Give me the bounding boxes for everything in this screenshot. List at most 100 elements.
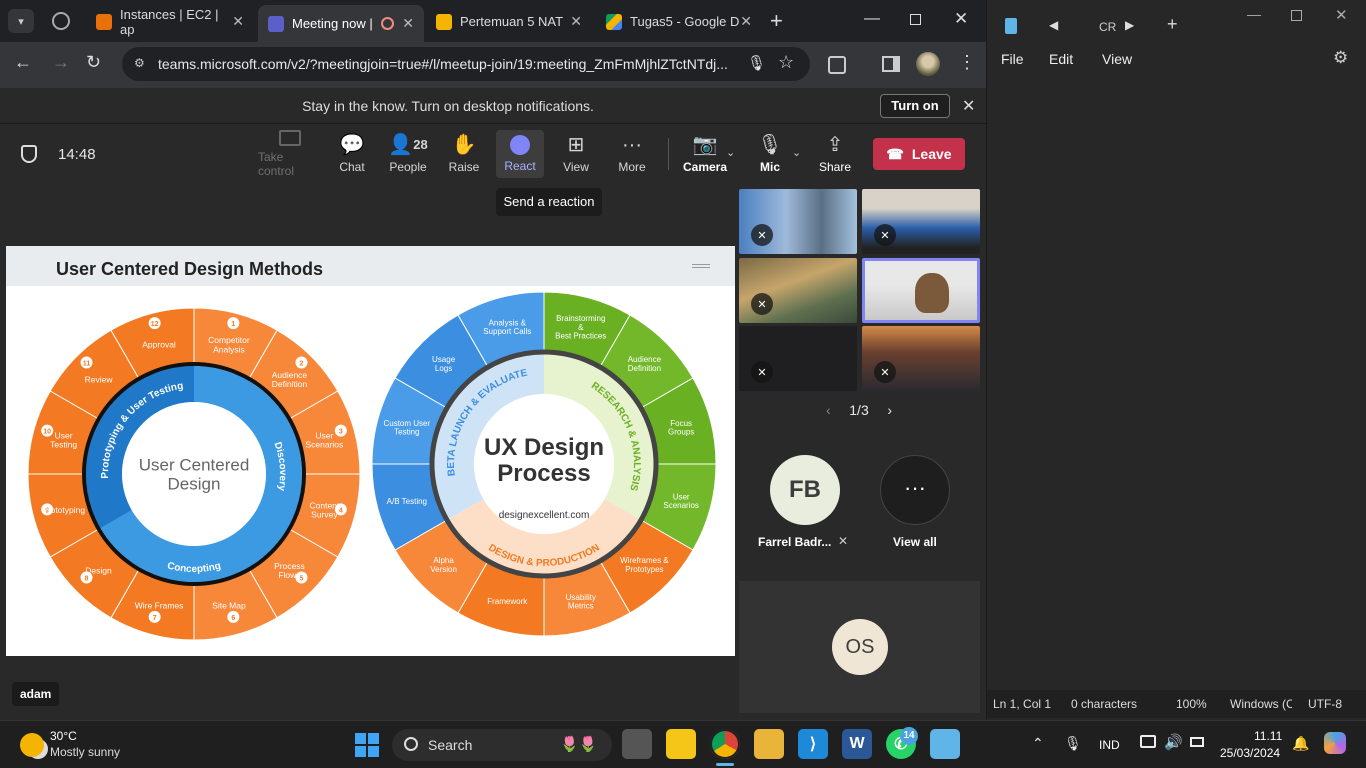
close-window-button[interactable]: ✕ (1335, 6, 1348, 24)
video-tile[interactable]: ✕ (739, 189, 857, 254)
more-button[interactable]: ··· More (610, 124, 654, 184)
battery-icon[interactable] (1190, 737, 1204, 747)
close-icon[interactable]: ✕ (570, 13, 582, 30)
chevron-right-icon[interactable]: › (887, 402, 892, 418)
aws-icon (96, 13, 112, 30)
back-button[interactable]: ← (14, 52, 32, 73)
globe-icon[interactable] (52, 12, 70, 30)
avatar[interactable]: OS (832, 619, 888, 675)
avatar[interactable]: FB (770, 455, 840, 525)
chat-icon: 💬 (339, 134, 365, 156)
network-icon[interactable] (1140, 735, 1156, 748)
chevron-left-icon[interactable]: ◀ (1049, 18, 1058, 32)
site-info-icon[interactable]: ⚙ (134, 56, 145, 70)
participant-panel: OS (739, 581, 980, 713)
close-icon[interactable]: ✕ (232, 13, 244, 30)
chevron-up-icon[interactable]: ⌃ (1032, 735, 1044, 752)
maximize-button[interactable] (910, 14, 921, 25)
tab-pertemuan[interactable]: Pertemuan 5 NAT ✕ (426, 6, 592, 37)
chevron-down-icon[interactable]: ⌄ (726, 146, 735, 159)
raise-hand-button[interactable]: ✋ Raise (442, 124, 486, 184)
clock-time[interactable]: 11.11 (1254, 729, 1282, 743)
chrome-icon[interactable] (710, 729, 740, 759)
minimize-button[interactable]: — (1247, 6, 1261, 22)
close-icon[interactable]: ✕ (402, 15, 414, 32)
forward-button[interactable]: → (52, 52, 70, 73)
vscode-icon[interactable]: ⟩ (798, 729, 828, 759)
menu-view[interactable]: View (1102, 51, 1132, 67)
notepad-tab[interactable]: CR (1099, 20, 1116, 34)
start-button[interactable] (355, 733, 379, 757)
menu-edit[interactable]: Edit (1049, 51, 1102, 67)
status-bar: Ln 1, Col 1 0 characters 100% Windows (C… (987, 690, 1366, 718)
tab-ec2[interactable]: Instances | EC2 | ap ✕ (86, 6, 254, 37)
notepad-window: ◀ CR ▶ + — ✕ File Edit View ⚙ Ln 1, Col … (987, 0, 1366, 720)
word-icon[interactable]: W (842, 729, 872, 759)
chat-button[interactable]: 💬 Chat (330, 124, 374, 184)
turn-on-button[interactable]: Turn on (880, 94, 950, 118)
weather-icon[interactable] (20, 733, 44, 757)
take-control-button[interactable]: Take control (258, 124, 322, 184)
microphone-icon[interactable]: 🎙 (1064, 735, 1082, 752)
clock-date[interactable]: 25/03/2024 (1220, 746, 1280, 760)
close-window-button[interactable]: ✕ (954, 9, 968, 29)
camera-button[interactable]: 📷 Camera (682, 124, 728, 184)
task-view-icon[interactable] (622, 729, 652, 759)
notepad-taskbar-icon[interactable] (930, 729, 960, 759)
close-icon[interactable]: ✕ (962, 96, 975, 116)
menu-icon[interactable]: ⋮ (958, 52, 976, 73)
video-tile[interactable]: ✕ (739, 258, 857, 323)
video-tile-active[interactable] (862, 258, 980, 323)
people-count: 28 (413, 137, 428, 152)
editor-area[interactable] (987, 74, 1366, 688)
file-explorer-icon[interactable] (754, 729, 784, 759)
bookmark-star-icon[interactable]: ☆ (778, 52, 794, 73)
reload-button[interactable]: ↻ (86, 52, 101, 73)
video-tile[interactable]: ✕ (862, 189, 980, 254)
gear-icon[interactable]: ⚙ (1333, 48, 1348, 68)
tab-search-button[interactable]: ▾ (8, 9, 34, 33)
view-button[interactable]: ⊞ View (554, 124, 598, 184)
react-button[interactable]: React (496, 130, 544, 178)
chevron-right-icon[interactable]: ▶ (1125, 18, 1134, 32)
weather-temp: 30°C (50, 729, 77, 743)
volume-icon[interactable]: 🔊 (1164, 733, 1183, 751)
maximize-button[interactable] (1291, 10, 1302, 21)
language-indicator[interactable]: IND (1099, 738, 1120, 752)
ucd-step-number: 10 (43, 429, 51, 436)
participant-name: Farrel Badr... (758, 535, 832, 549)
view-all-button[interactable]: ··· (880, 455, 950, 525)
new-tab-button[interactable]: + (770, 8, 783, 34)
side-panel-icon[interactable] (882, 56, 900, 72)
video-tile[interactable]: ✕ (862, 326, 980, 391)
drive-icon (606, 13, 622, 30)
ux-item-label: A/B Testing (387, 497, 427, 506)
ucd-step-label: Prototyping (42, 505, 85, 515)
profile-avatar[interactable] (916, 52, 940, 76)
ux-item-label: Audience Definition (628, 355, 662, 373)
video-tile[interactable]: ✕ (739, 326, 857, 391)
address-bar[interactable]: ⚙ teams.microsoft.com/v2/?meetingjoin=tr… (122, 47, 810, 81)
minimize-button[interactable]: — (864, 10, 880, 28)
sticky-notes-icon[interactable] (666, 729, 696, 759)
mic-button[interactable]: 🎙 Mic (752, 124, 788, 184)
search-box[interactable]: Search 🌷🌷 (392, 729, 612, 761)
leave-button[interactable]: ☎ Leave (873, 138, 965, 170)
copilot-icon[interactable] (1324, 732, 1346, 754)
extensions-icon[interactable] (828, 56, 846, 74)
new-tab-button[interactable]: + (1167, 14, 1178, 35)
tab-tugas5[interactable]: Tugas5 - Google D ✕ (596, 6, 762, 37)
menu-file[interactable]: File (1001, 51, 1049, 67)
share-button[interactable]: ⇪ Share (814, 124, 856, 184)
mic-off-icon: ✕ (874, 224, 896, 246)
tab-meeting[interactable]: Meeting now | ✕ (258, 5, 424, 42)
bell-icon[interactable]: 🔔 (1292, 735, 1309, 752)
microphone-icon[interactable]: 🎙 (747, 54, 766, 72)
ucd-step-label: Approval (142, 340, 176, 350)
ucd-step-label: Site Map (212, 600, 246, 610)
recording-icon (380, 17, 394, 30)
close-icon[interactable]: ✕ (740, 13, 752, 30)
chevron-down-icon[interactable]: ⌄ (792, 146, 801, 159)
chevron-left-icon[interactable]: ‹ (826, 402, 831, 418)
people-button[interactable]: 👤28 People (384, 124, 432, 184)
